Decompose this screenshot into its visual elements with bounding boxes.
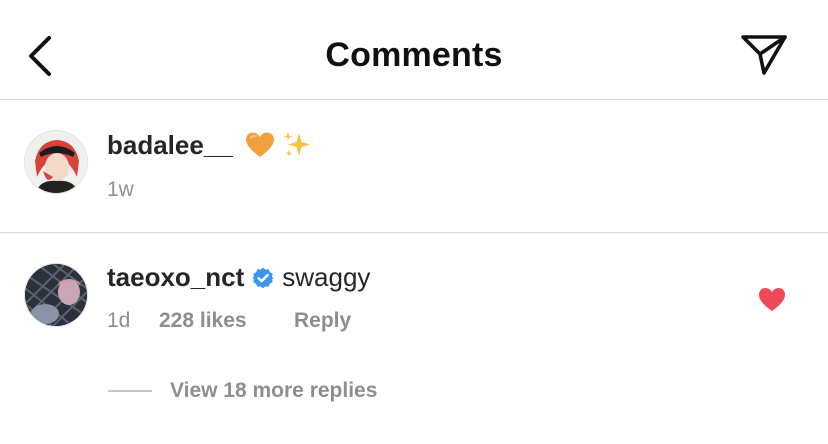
avatar[interactable]	[24, 130, 88, 194]
reply-button[interactable]: Reply	[294, 309, 351, 333]
avatar-image	[25, 264, 87, 326]
comment-body: swaggy	[282, 262, 371, 292]
replies-divider	[108, 390, 152, 392]
avatar-image	[25, 131, 87, 193]
caption-username[interactable]: badalee__	[107, 130, 233, 161]
heart-filled-icon	[759, 288, 785, 311]
like-button[interactable]	[756, 285, 788, 313]
page-title: Comments	[325, 36, 503, 74]
comment-timestamp: 1d	[107, 309, 131, 332]
header-bar: Comments	[0, 0, 828, 100]
sparkles-icon	[283, 132, 310, 157]
view-replies-label: View 18 more replies	[170, 379, 378, 402]
comments-screen: Comments badalee__ 1w taeoxo_nct swaggy …	[0, 0, 828, 444]
comment-meta: 1d 228 likes Reply	[107, 309, 351, 333]
like-count[interactable]: 228 likes	[159, 309, 294, 333]
caption-item: badalee__ 1w	[0, 101, 828, 233]
comment-text-line: taeoxo_nct swaggy	[107, 262, 370, 293]
paper-plane-icon	[741, 35, 787, 75]
comment-username[interactable]: taeoxo_nct	[107, 262, 244, 293]
comment-item: taeoxo_nct swaggy 1d 228 likes Reply Vie…	[0, 233, 828, 444]
verified-badge-icon	[252, 267, 274, 288]
share-button[interactable]	[734, 30, 794, 80]
avatar[interactable]	[24, 263, 88, 327]
caption-timestamp: 1w	[107, 178, 134, 201]
orange-heart-icon	[245, 132, 274, 157]
view-replies-button[interactable]: View 18 more replies	[108, 379, 377, 403]
caption-text: badalee__	[107, 129, 313, 161]
